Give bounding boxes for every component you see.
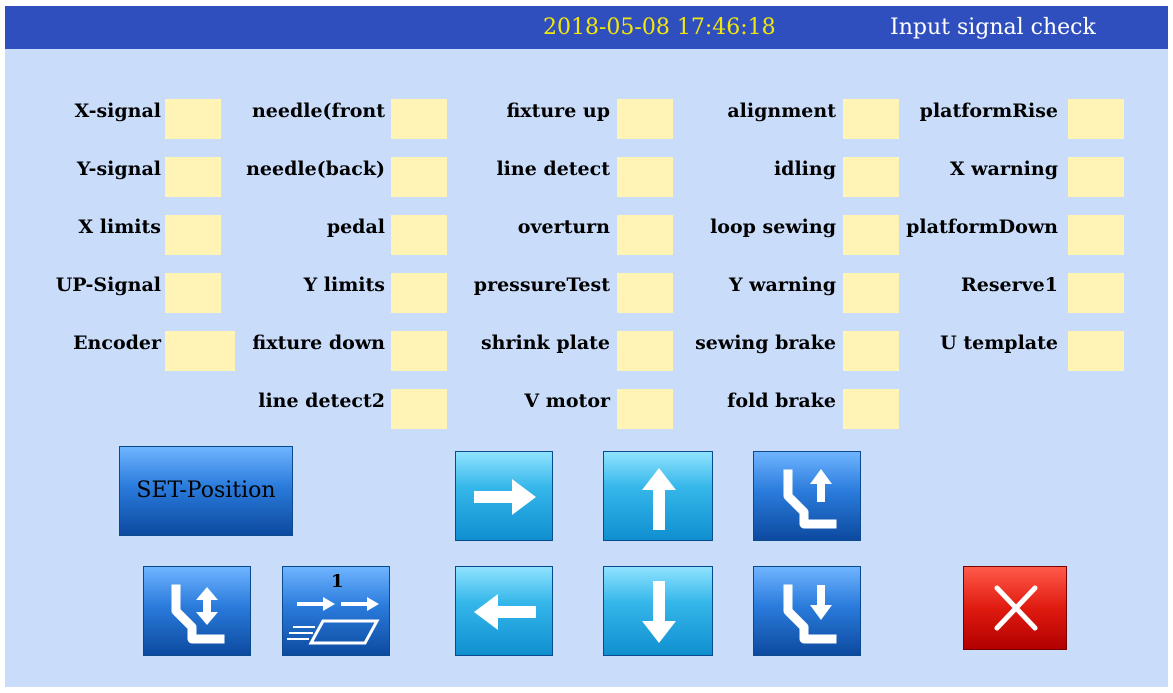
indicator-up-signal: [165, 273, 221, 313]
title-bar: 2018-05-08 17:46:18 Input signal check: [5, 6, 1168, 49]
indicator-idling: [843, 157, 899, 197]
label-pedal: pedal: [326, 216, 385, 238]
presser-down-icon: [783, 584, 837, 644]
label-fold-brake: fold brake: [727, 390, 836, 412]
indicator-x-limits: [165, 215, 221, 255]
indicator-y-signal: [165, 157, 221, 197]
indicator-needle-front: [391, 99, 447, 139]
indicator-pedal: [391, 215, 447, 255]
set-position-button[interactable]: SET-Position: [119, 446, 293, 536]
indicator-pressure-test: [617, 273, 673, 313]
label-reserve1: Reserve1: [960, 274, 1058, 296]
datetime: 2018-05-08 17:46:18: [543, 15, 776, 40]
indicator-sewing-brake: [843, 331, 899, 371]
indicator-alignment: [843, 99, 899, 139]
label-fixture-up: fixture up: [506, 100, 610, 122]
indicator-x-warning: [1068, 157, 1124, 197]
label-x-limits: X limits: [78, 216, 161, 238]
label-needle-front: needle(front: [251, 100, 385, 122]
label-x-signal: X-signal: [74, 100, 162, 122]
label-y-limits: Y limits: [303, 274, 385, 296]
indicator-reserve1: [1068, 273, 1124, 313]
indicator-fixture-up: [617, 99, 673, 139]
label-needle-back: needle(back): [246, 158, 385, 180]
indicator-platform-down: [1068, 215, 1124, 255]
label-u-template: U template: [940, 332, 1058, 354]
set-position-label: SET-Position: [136, 478, 276, 503]
presser-updown-icon: [171, 584, 225, 644]
indicator-loop-sewing: [843, 215, 899, 255]
indicator-x-signal: [165, 99, 221, 139]
label-encoder: Encoder: [73, 332, 161, 354]
label-up-signal: UP-Signal: [55, 274, 161, 296]
label-platform-down: platformDown: [906, 216, 1058, 238]
close-button[interactable]: [963, 566, 1067, 650]
label-alignment: alignment: [727, 100, 836, 122]
feed-step-icon: [287, 597, 380, 645]
screen: 2018-05-08 17:46:18 Input signal check X…: [5, 6, 1168, 687]
indicator-fixture-down: [391, 331, 447, 371]
arrow-right-icon: [474, 479, 536, 515]
arrow-left-icon: [474, 594, 536, 630]
label-y-signal: Y-signal: [76, 158, 161, 180]
label-v-motor: V motor: [524, 390, 610, 412]
label-line-detect: line detect: [496, 158, 610, 180]
label-x-warning: X warning: [949, 158, 1058, 180]
arrow-up-icon: [642, 468, 676, 530]
indicator-overturn: [617, 215, 673, 255]
label-fixture-down: fixture down: [252, 332, 385, 354]
indicator-needle-back: [391, 157, 447, 197]
indicator-fold-brake: [843, 389, 899, 429]
indicator-y-warning: [843, 273, 899, 313]
indicator-platform-rise: [1068, 99, 1124, 139]
label-sewing-brake: sewing brake: [695, 332, 836, 354]
indicator-shrink-plate: [617, 331, 673, 371]
move-right-button[interactable]: [455, 451, 553, 541]
presser-down-button[interactable]: [753, 566, 861, 656]
label-loop-sewing: loop sewing: [710, 216, 836, 238]
label-line-detect2: line detect2: [258, 390, 385, 412]
move-left-button[interactable]: [455, 566, 553, 656]
feed-step-button[interactable]: 1: [282, 566, 390, 656]
screen-title: Input signal check: [890, 15, 1096, 40]
close-icon: [994, 585, 1038, 631]
move-down-button[interactable]: [603, 566, 713, 656]
presser-updown-button[interactable]: [143, 566, 251, 656]
label-y-warning: Y warning: [729, 274, 836, 296]
indicator-line-detect: [617, 157, 673, 197]
label-platform-rise: platformRise: [919, 100, 1058, 122]
label-shrink-plate: shrink plate: [480, 332, 610, 354]
indicator-y-limits: [391, 273, 447, 313]
move-up-button[interactable]: [603, 451, 713, 541]
indicator-line-detect2: [391, 389, 447, 429]
arrow-down-icon: [642, 581, 676, 643]
presser-up-icon: [783, 469, 837, 529]
label-overturn: overturn: [517, 216, 610, 238]
label-pressure-test: pressureTest: [473, 274, 610, 296]
indicator-v-motor: [617, 389, 673, 429]
presser-up-button[interactable]: [753, 451, 861, 541]
label-idling: idling: [773, 158, 836, 180]
indicator-u-template: [1068, 331, 1124, 371]
